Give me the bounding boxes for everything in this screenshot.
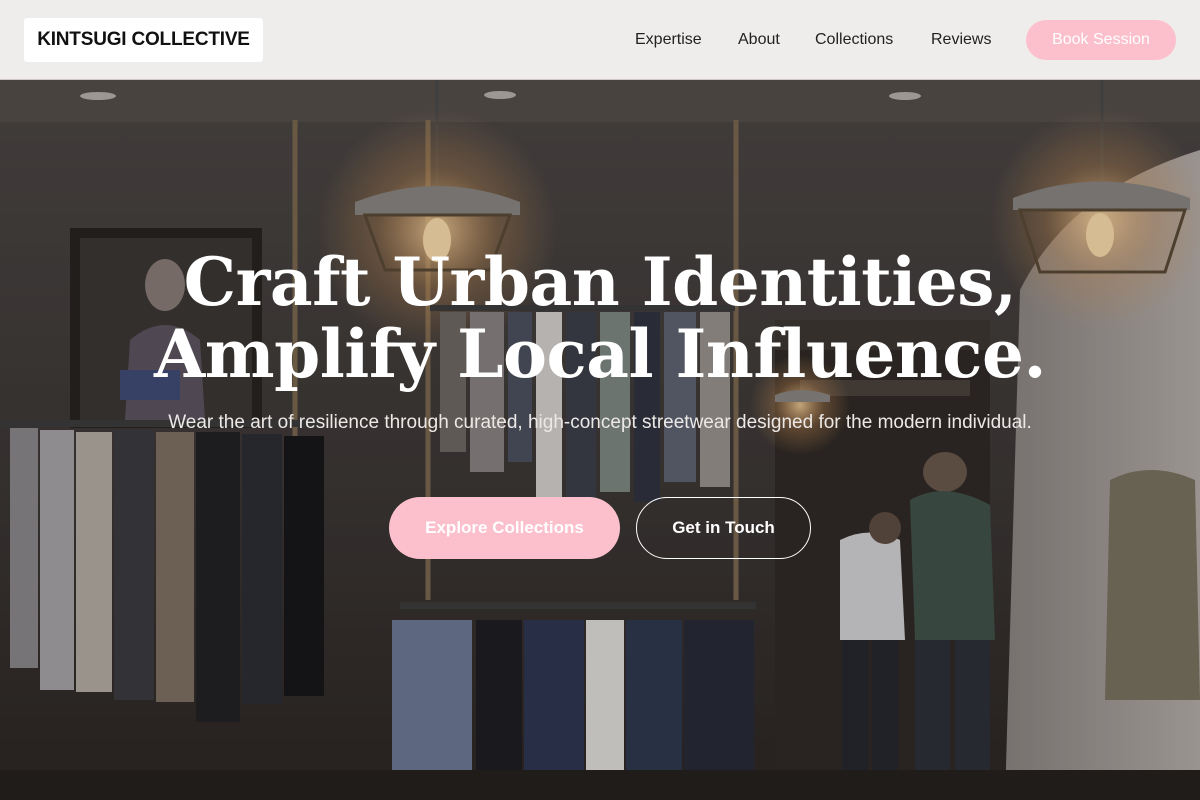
book-session-button[interactable]: Book Session xyxy=(1026,20,1176,60)
hero-subtitle: Wear the art of resilience through curat… xyxy=(168,412,1032,433)
hero-headline-line-2: Amplify Local Influence. xyxy=(154,315,1046,393)
get-in-touch-button[interactable]: Get in Touch xyxy=(636,497,811,559)
site-header: KINTSUGI COLLECTIVE Expertise About Coll… xyxy=(0,0,1200,80)
nav-link-about[interactable]: About xyxy=(738,28,780,52)
hero-headline-line-1: Craft Urban Identities, xyxy=(183,243,1017,321)
brand-logo[interactable]: KINTSUGI COLLECTIVE xyxy=(24,18,263,62)
nav-link-reviews[interactable]: Reviews xyxy=(931,28,991,52)
hero-dark-overlay xyxy=(0,80,1200,800)
nav-link-expertise[interactable]: Expertise xyxy=(635,28,702,52)
nav-link-collections[interactable]: Collections xyxy=(815,28,893,52)
explore-collections-button[interactable]: Explore Collections xyxy=(389,497,620,559)
hero-headline: Craft Urban Identities, Amplify Local In… xyxy=(100,246,1100,390)
hero-section: Craft Urban Identities, Amplify Local In… xyxy=(0,80,1200,800)
landing-page: KINTSUGI COLLECTIVE Expertise About Coll… xyxy=(0,0,1200,800)
